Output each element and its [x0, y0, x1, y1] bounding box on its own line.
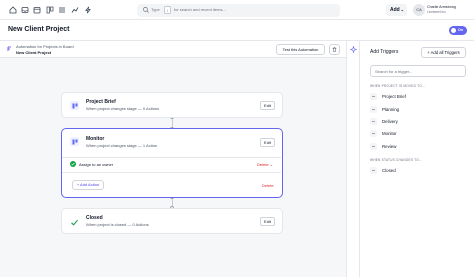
- drag-handle-icon: [370, 143, 377, 150]
- stage-title: Project Brief: [86, 99, 116, 105]
- edit-stage-button[interactable]: Edit: [260, 138, 275, 147]
- drag-handle-icon: [370, 118, 377, 125]
- breadcrumb-parent[interactable]: Automation for Projects in Board: [16, 44, 74, 49]
- delete-automation-button[interactable]: [329, 44, 340, 55]
- stage-card-project-brief[interactable]: Project Brief When project changes stage…: [61, 92, 283, 118]
- trigger-label: Monitor: [382, 131, 397, 136]
- stage-card-monitor[interactable]: Monitor When project changes stage — 1 A…: [61, 128, 283, 198]
- global-search[interactable]: Type / for search and recent items...: [137, 4, 340, 17]
- trigger-search-placeholder: Search for a trigger...: [375, 69, 413, 74]
- stage-icon: [70, 137, 79, 146]
- trigger-label: Planning: [382, 107, 400, 112]
- add-button[interactable]: Add ⌄: [386, 4, 407, 16]
- delete-action-label: Delete: [257, 162, 269, 167]
- automation-icon: [7, 46, 11, 51]
- user-name: Charlie Armstrong: [427, 5, 456, 9]
- stage-subtitle: When project is closed — 0 Actions: [86, 222, 149, 227]
- check-icon: [71, 219, 78, 226]
- stage-icon: [70, 101, 79, 110]
- stage-card-closed[interactable]: Closed When project is closed — 0 Action…: [61, 208, 283, 234]
- automation-toggle[interactable]: On: [449, 26, 467, 35]
- stage-title: Closed: [86, 215, 103, 221]
- drag-handle-icon: [370, 93, 377, 100]
- add-button-label: Add: [390, 7, 400, 13]
- search-type-label: Type: [151, 7, 160, 12]
- stage-board-icon: [72, 139, 77, 144]
- user-org: Linetweet Inc.: [427, 10, 447, 14]
- toggle-label: On: [458, 28, 463, 32]
- stage-title: Monitor: [86, 136, 105, 142]
- trash-icon: [332, 47, 337, 52]
- check-circle-icon: [70, 161, 76, 167]
- chart-icon[interactable]: [71, 6, 79, 14]
- page-title: New Client Project: [8, 26, 70, 33]
- inbox-icon[interactable]: [21, 6, 29, 14]
- trigger-search-input[interactable]: Search for a trigger...: [370, 65, 466, 77]
- action-label[interactable]: Assign to an owner: [79, 162, 113, 167]
- divider: [62, 157, 281, 158]
- trigger-item[interactable]: Planning: [369, 105, 465, 115]
- title-bar: New Client Project On: [0, 20, 474, 41]
- trigger-item[interactable]: Monitor: [369, 129, 465, 139]
- edit-stage-button[interactable]: Edit: [260, 217, 275, 226]
- drag-handle-icon: [370, 167, 377, 174]
- avatar[interactable]: CA: [413, 4, 425, 16]
- search-icon: [143, 7, 149, 13]
- stage-subtitle: When project changes stage — 1 Action: [86, 143, 158, 148]
- calendar-icon[interactable]: [33, 6, 41, 14]
- top-bar: Type / for search and recent items... Ad…: [0, 0, 474, 20]
- edit-stage-button[interactable]: Edit: [260, 101, 275, 110]
- chevron-down-icon: ⌄: [269, 162, 274, 167]
- home-icon[interactable]: [9, 6, 17, 14]
- list-icon[interactable]: [58, 6, 66, 14]
- sparkle-icon[interactable]: [350, 46, 357, 53]
- drag-handle-icon: [370, 106, 377, 113]
- trigger-item[interactable]: Closed: [369, 166, 465, 176]
- delete-action-link[interactable]: Delete ⌄: [257, 162, 273, 167]
- trigger-item[interactable]: Project Brief: [369, 92, 465, 102]
- search-shortcut-key: /: [164, 6, 171, 14]
- trigger-label: Delivery: [382, 119, 398, 124]
- trigger-item[interactable]: Delivery: [369, 117, 465, 127]
- chevron-down-icon: ⌄: [400, 7, 404, 12]
- panel-title: Add Triggers: [370, 49, 399, 55]
- breadcrumb-current: New Client Project: [16, 50, 52, 55]
- trigger-label: Closed: [382, 168, 396, 173]
- breadcrumb: Automation for Projects in Board New Cli…: [0, 41, 346, 58]
- trigger-item[interactable]: Review: [369, 142, 465, 152]
- delete-stage-link[interactable]: Delete: [262, 183, 274, 188]
- automation-canvas: Automation for Projects in Board New Cli…: [0, 41, 346, 277]
- toggle-knob: [451, 28, 456, 33]
- stage-board-icon: [72, 103, 77, 108]
- section-heading-status: WHEN STATUS CHANGES TO...: [370, 158, 423, 162]
- drag-handle-icon: [370, 130, 377, 137]
- divider: [62, 172, 281, 173]
- trigger-label: Review: [382, 144, 397, 149]
- board-icon[interactable]: [46, 6, 54, 14]
- add-action-button[interactable]: + Add Action: [72, 180, 104, 190]
- add-all-triggers-button[interactable]: + Add all Triggers: [421, 47, 466, 58]
- section-heading-moved: WHEN PROJECT IS MOVED TO...: [370, 84, 426, 88]
- lightning-icon[interactable]: [84, 6, 92, 14]
- trigger-label: Project Brief: [382, 94, 406, 99]
- test-automation-button[interactable]: Test this Automation: [276, 44, 325, 55]
- panel-rail: [346, 41, 360, 277]
- stage-subtitle: When project changes stage — 0 Actions: [86, 106, 160, 111]
- search-hint: for search and recent items...: [174, 7, 226, 12]
